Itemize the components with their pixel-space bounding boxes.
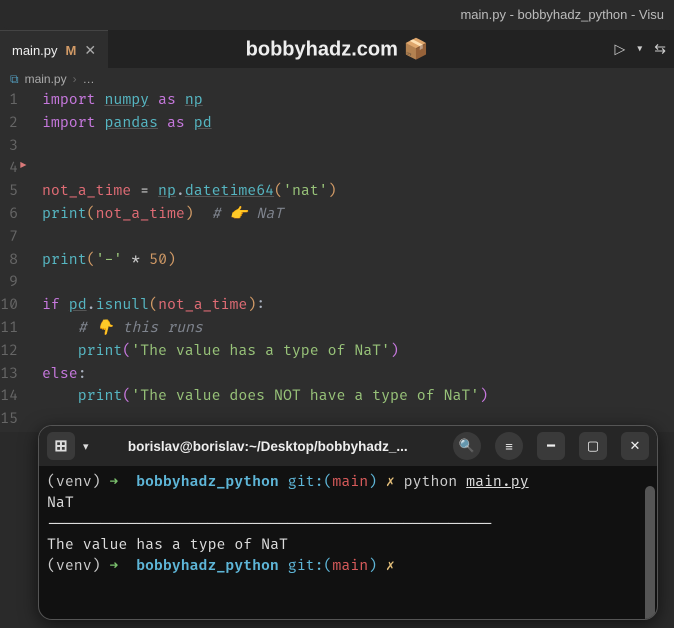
prompt-venv: (venv) <box>47 474 101 491</box>
terminal-output-3: The value has a type of NaT <box>47 537 288 554</box>
line-5: not_a_time = np.datetime64('nat') <box>42 183 337 200</box>
watermark-text: bobbyhadz.com 📦 <box>246 37 429 62</box>
breadcrumb-file: main.py <box>25 72 67 86</box>
prompt-dirty-icon: ✗ <box>386 474 395 491</box>
prompt-arrow: ➜ <box>109 474 118 491</box>
window-title: main.py - bobbyhadz_python - Visu <box>460 7 664 22</box>
run-icon[interactable]: ▷ <box>614 41 625 58</box>
line-6: print(not_a_time) # 👉️ NaT <box>42 206 283 223</box>
line-2: import pandas as pd <box>42 115 212 132</box>
prompt-git: git:( <box>288 474 333 491</box>
terminal-window: ⊞ ▾ borislav@borislav:~/Desktop/bobbyhad… <box>38 425 658 620</box>
terminal-body[interactable]: (venv) ➜ bobbyhadz_python git:(main) ✗ p… <box>39 466 657 583</box>
prompt-branch: main <box>332 474 368 491</box>
terminal-scrollbar[interactable] <box>645 486 655 620</box>
menu-icon[interactable]: ≡ <box>495 432 523 460</box>
line-14: print('The value does NOT have a type of… <box>42 388 488 405</box>
close-button[interactable]: ✕ <box>621 432 649 460</box>
minimize-button[interactable]: ━ <box>537 432 565 460</box>
window-titlebar: main.py - bobbyhadz_python - Visu <box>0 0 674 30</box>
breakpoint-icon[interactable]: ▶ <box>20 155 27 178</box>
line-1: import numpy as np <box>42 92 203 109</box>
line-11: # 👇️ this runs <box>42 320 203 337</box>
search-icon[interactable]: 🔍 <box>453 432 481 460</box>
terminal-title: borislav@borislav:~/Desktop/bobbyhadz_..… <box>97 439 439 454</box>
close-icon[interactable]: ✕ <box>84 42 96 59</box>
new-tab-button[interactable]: ⊞ <box>47 432 75 460</box>
breadcrumb[interactable]: ⧉ main.py › … <box>0 68 674 90</box>
fold-column: ▶ <box>22 90 36 432</box>
terminal-header: ⊞ ▾ borislav@borislav:~/Desktop/bobbyhad… <box>39 426 657 466</box>
prompt-dir: bobbyhadz_python <box>136 474 279 491</box>
chevron-down-icon[interactable]: ▾ <box>637 44 642 55</box>
line-gutter: 1 2 3 4 5 6 7 8 9 10 11 12 13 14 15 <box>0 90 22 432</box>
breadcrumb-more: … <box>83 72 95 86</box>
code-editor[interactable]: 1 2 3 4 5 6 7 8 9 10 11 12 13 14 15 ▶ im… <box>0 90 674 432</box>
maximize-button[interactable]: ▢ <box>579 432 607 460</box>
terminal-output-2: ----------------------------------------… <box>47 516 493 533</box>
terminal-output-1: NaT <box>47 495 74 512</box>
line-13: else: <box>42 366 87 383</box>
editor-tabbar: main.py M ✕ bobbyhadz.com 📦 ▷ ▾ ⇆ <box>0 30 674 68</box>
tab-modified-indicator: M <box>66 43 77 58</box>
line-8: print('-' * 50) <box>42 252 176 269</box>
tab-filename: main.py <box>12 43 58 58</box>
line-12: print('The value has a type of NaT') <box>42 343 399 360</box>
terminal-arg: main.py <box>466 474 528 491</box>
terminal-command: python <box>404 474 458 491</box>
line-10: if pd.isnull(not_a_time): <box>42 297 265 314</box>
tab-main-py[interactable]: main.py M ✕ <box>0 30 108 68</box>
compare-icon[interactable]: ⇆ <box>654 41 666 58</box>
chevron-down-icon[interactable]: ▾ <box>83 440 89 453</box>
code-content[interactable]: import numpy as np import pandas as pd n… <box>36 90 674 432</box>
editor-actions: ▷ ▾ ⇆ <box>614 41 666 58</box>
